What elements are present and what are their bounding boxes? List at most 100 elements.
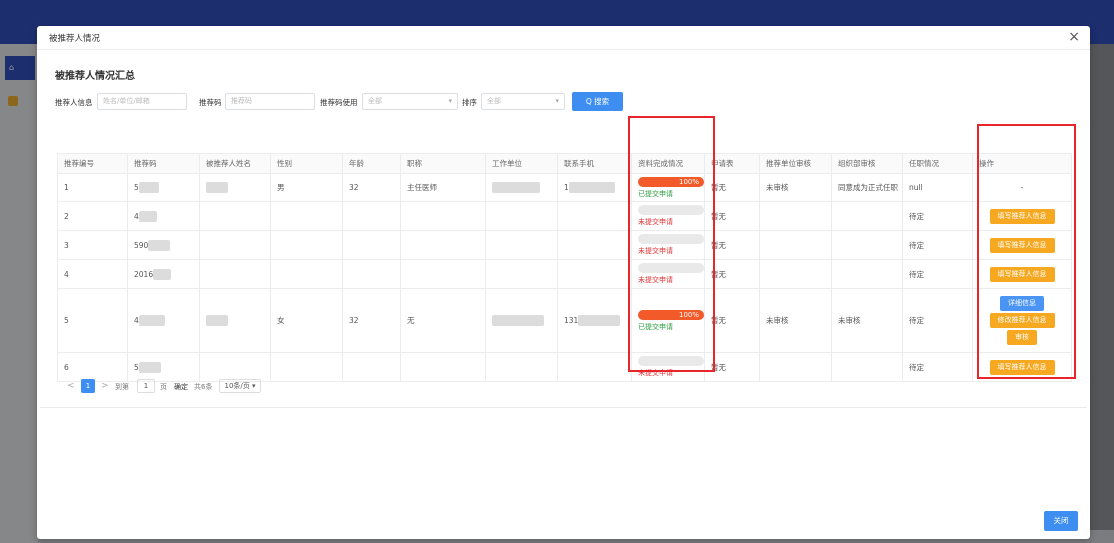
cell-age: 32 xyxy=(342,173,401,202)
cell-phone xyxy=(557,230,632,260)
cell-code: 5 xyxy=(127,352,200,382)
cell-org-review: 未审核 xyxy=(831,288,903,353)
sort-select[interactable]: 全部 ▾ xyxy=(481,93,565,110)
redacted-block xyxy=(138,315,165,326)
cell-appoint-text: 待定 xyxy=(909,240,924,250)
cell-unit-review xyxy=(759,230,832,260)
redacted-block xyxy=(138,182,159,193)
section-title: 被推荐人情况汇总 xyxy=(55,71,135,82)
cell-age: 32 xyxy=(342,288,401,353)
cell-appoint: 待定 xyxy=(902,259,973,289)
table-row: 3 590 未提交申请 暂无 待定 填写推荐人信息 xyxy=(57,230,1072,260)
chevron-down-icon: ▾ xyxy=(555,97,559,105)
code-input[interactable]: 推荐码 xyxy=(225,93,315,110)
table-header-row: 推荐编号 推荐码 被推荐人姓名 性别 年龄 职称 工作单位 联系手机 资料完成情… xyxy=(57,153,1072,174)
redacted-block xyxy=(148,239,171,251)
goto-confirm-button[interactable]: 确定 xyxy=(174,382,188,392)
cell-org-review xyxy=(831,230,903,260)
cell-unit xyxy=(485,352,558,382)
cell-gender-text: 女 xyxy=(277,316,285,325)
highlight-box-progress xyxy=(628,116,715,372)
cell-no: 1 xyxy=(57,173,128,202)
cell-unit xyxy=(485,201,558,231)
cell-appoint: 待定 xyxy=(902,230,973,260)
cell-gender xyxy=(270,230,343,260)
cell-title: 主任医师 xyxy=(400,173,486,202)
cell-gender: 女 xyxy=(270,288,343,353)
cell-gender-text: 男 xyxy=(277,183,285,192)
cell-unit xyxy=(485,259,558,289)
cell-unit-review-text: 未审核 xyxy=(766,183,789,192)
cell-appoint-text: 待定 xyxy=(909,211,924,221)
cell-code-text: 590 xyxy=(134,240,149,250)
cell-phone xyxy=(557,201,632,231)
recommendee-modal: 被推荐人情况 × 被推荐人情况汇总 推荐人信息 姓名/单位/邮箱 推荐码 推荐码… xyxy=(37,26,1090,539)
table-row: 1 5 男 32 主任医师 1 100% 已提交申请 暂无 未审核 同意成为正式任职 null - xyxy=(57,173,1072,202)
redacted-block xyxy=(206,315,228,326)
next-page-icon[interactable]: > xyxy=(101,381,109,391)
total-count: 共6条 xyxy=(194,383,213,391)
prev-page-icon[interactable]: < xyxy=(67,381,75,391)
recommender-label: 推荐人信息 xyxy=(55,98,93,107)
cell-name xyxy=(199,201,271,231)
cell-appoint-text: null xyxy=(909,183,923,192)
code-use-select[interactable]: 全部 ▾ xyxy=(362,93,458,110)
recommendee-table: 推荐编号 推荐码 被推荐人姓名 性别 年龄 职称 工作单位 联系手机 资料完成情… xyxy=(57,153,1072,382)
cell-phone: 131 xyxy=(557,288,632,353)
cell-no: 6 xyxy=(57,352,128,382)
close-icon[interactable]: × xyxy=(1068,29,1080,45)
cell-no: 3 xyxy=(57,230,128,260)
cell-no-text: 2 xyxy=(64,211,69,221)
cell-org-review xyxy=(831,352,903,382)
col-header: 推荐编号 xyxy=(57,153,128,174)
col-header: 推荐码 xyxy=(127,153,200,174)
redacted-block xyxy=(138,210,157,222)
search-button[interactable]: Q 搜索 xyxy=(572,92,623,111)
page-1-button[interactable]: 1 xyxy=(81,379,95,393)
sort-label: 排序 xyxy=(462,98,477,107)
cell-no-text: 4 xyxy=(64,269,69,279)
code-label: 推荐码 xyxy=(199,98,222,107)
cell-unit xyxy=(485,288,558,353)
cell-title-text: 主任医师 xyxy=(407,183,437,192)
cell-appoint-text: 待定 xyxy=(909,316,924,325)
cell-org-review: 同意成为正式任职 xyxy=(831,173,903,202)
redacted-block xyxy=(138,361,161,373)
code-use-value: 全部 xyxy=(368,97,382,105)
cell-code: 4 xyxy=(127,288,200,353)
col-header: 职称 xyxy=(400,153,486,174)
highlight-box-actions xyxy=(977,124,1076,379)
cell-name xyxy=(199,173,271,202)
page-size-select[interactable]: 10条/页 ▾ xyxy=(219,379,261,393)
goto-page-input[interactable]: 1 xyxy=(137,379,155,393)
cell-no-text: 1 xyxy=(64,183,69,192)
cell-unit-review: 未审核 xyxy=(759,173,832,202)
cell-appoint-text: 待定 xyxy=(909,362,924,372)
redacted-block xyxy=(578,315,621,326)
sort-value: 全部 xyxy=(487,97,501,105)
cell-unit xyxy=(485,230,558,260)
cell-code-text: 2016 xyxy=(134,269,154,279)
recommender-input[interactable]: 姓名/单位/邮箱 xyxy=(97,93,187,110)
cell-org-review xyxy=(831,201,903,231)
cell-code: 2016 xyxy=(127,259,200,289)
table-row: 24 未提交申请 暂无 待定 填写推荐人信息 xyxy=(57,201,1072,231)
cell-gender xyxy=(270,201,343,231)
cell-appoint: 待定 xyxy=(902,201,973,231)
cell-no: 4 xyxy=(57,259,128,289)
cell-unit-review xyxy=(759,352,832,382)
page-unit-label: 页 xyxy=(160,383,167,391)
goto-label: 到第 xyxy=(115,383,129,391)
code-use-label: 推荐码使用 xyxy=(320,98,358,107)
cell-name xyxy=(199,288,271,353)
cell-name xyxy=(199,230,271,260)
cell-title xyxy=(400,352,486,382)
cell-gender xyxy=(270,352,343,382)
cell-unit-review-text: 未审核 xyxy=(766,316,789,325)
cell-unit-review xyxy=(759,259,832,289)
chevron-down-icon: ▾ xyxy=(448,97,452,105)
summary-panel: 被推荐人情况汇总 推荐人信息 姓名/单位/邮箱 推荐码 推荐码 推荐码使用 全部… xyxy=(40,52,1087,408)
cell-age xyxy=(342,259,401,289)
cell-name xyxy=(199,352,271,382)
close-button[interactable]: 关闭 xyxy=(1044,511,1078,531)
